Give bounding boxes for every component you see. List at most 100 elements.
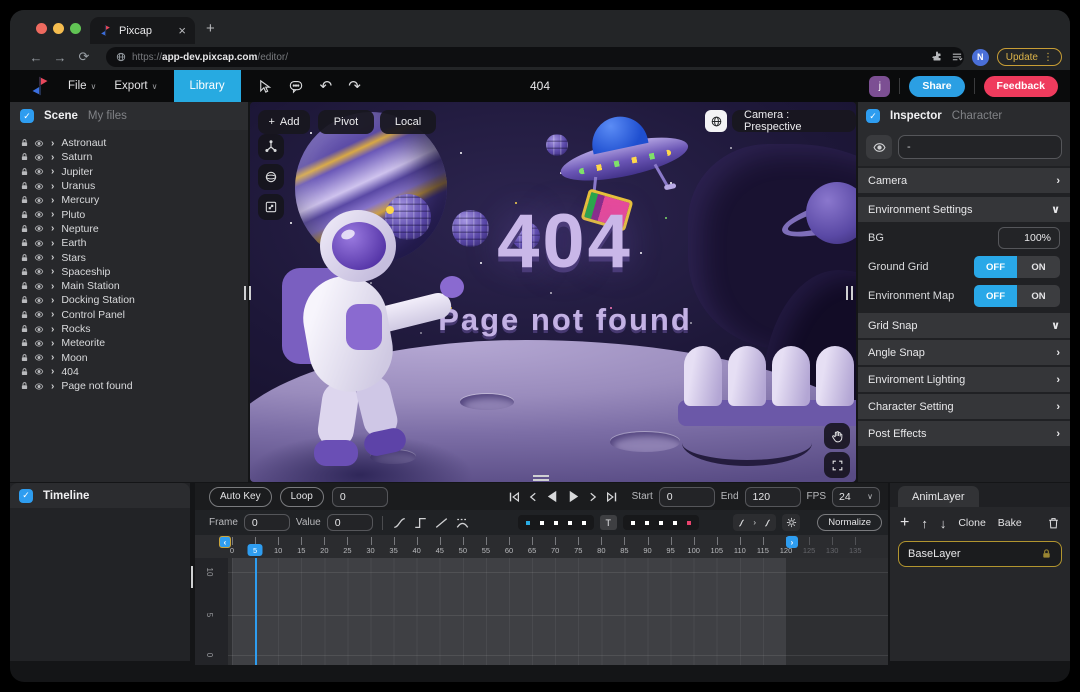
lock-icon[interactable] [20, 152, 29, 162]
add-button[interactable]: + Add [258, 110, 310, 134]
redo-icon[interactable]: ↷ [348, 77, 361, 95]
eye-icon[interactable] [34, 339, 44, 348]
eye-icon[interactable] [34, 224, 44, 233]
visibility-eye-icon[interactable] [866, 135, 892, 159]
chevron-right-icon[interactable]: › [51, 381, 54, 392]
select-cursor-icon[interactable] [257, 79, 272, 94]
delete-layer-trash-icon[interactable] [1047, 516, 1060, 530]
feedback-button[interactable]: Feedback [983, 75, 1058, 97]
chevron-right-icon[interactable]: › [51, 166, 54, 177]
rotate-tool-button[interactable] [258, 164, 284, 190]
scene-item[interactable]: › Mercury [20, 193, 248, 207]
export-menu[interactable]: Export ∨ [114, 80, 157, 92]
viewport-3d[interactable]: 404 Page not found + Add Pivot Local Cam… [250, 102, 856, 482]
keyframe-dot[interactable] [581, 520, 586, 525]
chevron-right-icon[interactable]: › [51, 152, 54, 163]
lock-icon[interactable] [20, 210, 29, 220]
lock-icon[interactable] [20, 238, 29, 248]
gear-icon[interactable] [782, 514, 800, 531]
inspector-section-angle-snap[interactable]: Angle Snap › [858, 340, 1070, 365]
chevron-right-icon[interactable]: › [51, 338, 54, 349]
chevron-right-icon[interactable]: › [51, 181, 54, 192]
new-tab-button[interactable]: + [206, 20, 215, 37]
pan-hand-icon[interactable] [824, 423, 850, 449]
loop-button[interactable]: Loop [279, 486, 324, 507]
fullscreen-icon[interactable] [824, 452, 850, 478]
scene-item[interactable]: › Rocks [20, 322, 248, 336]
ground-grid-toggle[interactable]: OFF ON [974, 256, 1060, 278]
chevron-right-icon[interactable]: › [51, 324, 54, 335]
browser-profile-avatar[interactable]: N [971, 48, 989, 66]
chevron-right-icon[interactable]: › [51, 223, 54, 234]
start-input[interactable] [658, 486, 715, 507]
tab-character[interactable]: Character [952, 110, 1003, 122]
lock-icon[interactable] [20, 367, 29, 377]
local-button[interactable]: Local [380, 110, 436, 134]
add-layer-icon[interactable]: + [900, 514, 909, 532]
keyframe-dot[interactable] [630, 520, 635, 525]
playhead-line[interactable] [255, 558, 258, 665]
skip-to-end-icon[interactable] [605, 490, 619, 504]
eye-icon[interactable] [34, 325, 44, 334]
lock-icon[interactable] [20, 324, 29, 334]
chevron-right-icon[interactable]: › [51, 195, 54, 206]
chevron-right-icon[interactable]: › [51, 266, 54, 277]
share-button[interactable]: Share [909, 75, 965, 97]
lock-icon[interactable] [20, 381, 29, 391]
lock-icon[interactable] [20, 195, 29, 205]
inspector-section-camera[interactable]: Camera › [858, 168, 1070, 193]
next-frame-icon[interactable] [587, 491, 599, 503]
move-layer-down-icon[interactable]: ↓ [940, 516, 947, 531]
camera-view-icon[interactable] [705, 110, 727, 132]
play-backward-icon[interactable] [545, 489, 560, 504]
curve-transfer-button[interactable]: › [733, 514, 776, 531]
bake-button[interactable]: Bake [998, 517, 1022, 529]
viewport-bottom-grip[interactable] [533, 475, 549, 481]
keyframe-dot[interactable] [644, 520, 649, 525]
keyframe-dot[interactable] [672, 520, 677, 525]
inspector-section-enviroment-lighting[interactable]: Enviroment Lighting › [858, 367, 1070, 392]
undo-icon[interactable]: ↶ [320, 77, 333, 95]
ease-curve-icon[interactable] [392, 516, 407, 530]
chevron-right-icon[interactable]: › [51, 138, 54, 149]
inspector-checkbox[interactable]: ✓ [866, 109, 880, 123]
lock-icon[interactable] [20, 181, 29, 191]
inspector-section-grid-snap[interactable]: Grid Snap ∨ [858, 313, 1070, 338]
keyframe-dots-left[interactable] [517, 515, 594, 530]
skip-to-start-icon[interactable] [507, 490, 521, 504]
value-input[interactable] [326, 514, 373, 531]
eye-icon[interactable] [34, 253, 44, 262]
environment-map-toggle[interactable]: OFF ON [974, 285, 1060, 307]
base-layer-input[interactable]: BaseLayer [898, 541, 1062, 567]
move-layer-up-icon[interactable]: ↑ [921, 516, 928, 531]
extensions-puzzle-icon[interactable] [931, 51, 943, 63]
move-tool-button[interactable] [258, 134, 284, 160]
comment-icon[interactable] [288, 79, 304, 94]
environment-map-on[interactable]: ON [1017, 285, 1060, 307]
back-icon[interactable]: ← [24, 50, 48, 65]
timeline-ruler[interactable]: 0 5 10 15 20 25 30 35 40 45 50 55 60 65 70 75 80 85 90 95 10… [195, 535, 888, 558]
tab-animlayer[interactable]: AnimLayer [898, 486, 979, 507]
scene-item[interactable]: › Nepture [20, 222, 248, 236]
eye-icon[interactable] [34, 196, 44, 205]
scene-item[interactable]: › Jupiter [20, 165, 248, 179]
lock-icon[interactable] [20, 224, 29, 234]
close-window-button[interactable] [36, 23, 47, 34]
eye-icon[interactable] [34, 367, 44, 376]
step-curve-icon[interactable] [413, 516, 428, 530]
forward-icon[interactable]: → [48, 50, 72, 65]
eye-icon[interactable] [34, 153, 44, 162]
lock-icon[interactable] [20, 310, 29, 320]
reload-icon[interactable]: ⟳ [72, 49, 96, 65]
scene-item[interactable]: › Page not found [20, 379, 248, 393]
scene-item[interactable]: › Pluto [20, 207, 248, 221]
tab-timeline[interactable]: Timeline [43, 490, 89, 502]
eye-icon[interactable] [34, 267, 44, 276]
eye-icon[interactable] [34, 182, 44, 191]
bg-value-input[interactable] [998, 227, 1060, 249]
scene-item[interactable]: › Uranus [20, 179, 248, 193]
range-end-marker[interactable]: › [786, 536, 798, 548]
keyframe-dot[interactable] [525, 520, 530, 525]
auto-key-button[interactable]: Auto Key [209, 486, 272, 507]
keyframe-dot[interactable] [539, 520, 544, 525]
